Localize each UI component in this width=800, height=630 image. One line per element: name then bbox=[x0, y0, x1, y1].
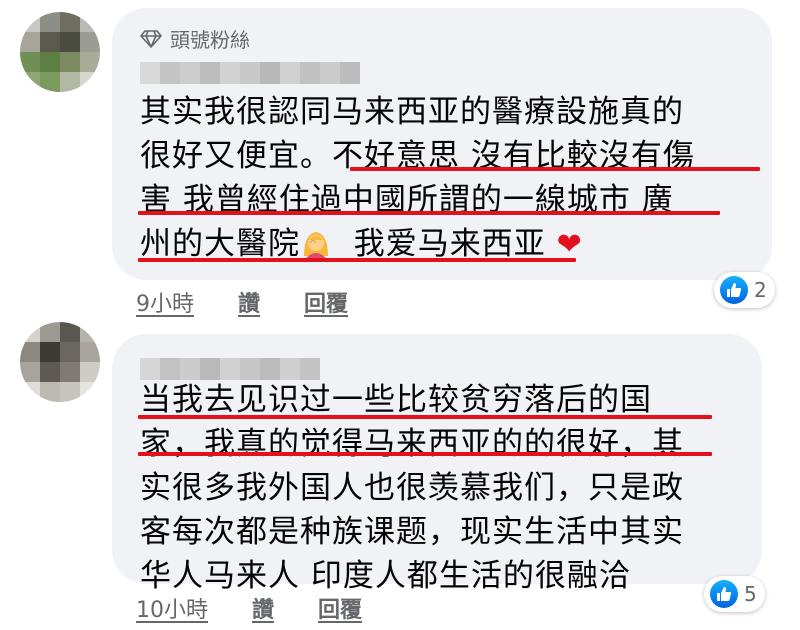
reaction-number: 2 bbox=[754, 278, 767, 302]
comment-text: 其实我很認同马来西亚的醫療設施真的 很好又便宜。不好意思 沒有比較沒有傷 害 我… bbox=[140, 90, 695, 266]
comment-actions: 10小時 讚 回覆 bbox=[136, 592, 362, 624]
diamond-icon bbox=[140, 29, 162, 48]
comment-text: 当我去见识过一些比较贫穷落后的国 家，我真的觉得马来西亚的的很好，其 实很多我外… bbox=[140, 378, 684, 598]
reaction-count[interactable]: 2 bbox=[714, 272, 775, 308]
comment-line: 很好又便宜。不好意思 沒有比較沒有傷 bbox=[140, 138, 695, 174]
reaction-count[interactable]: 5 bbox=[704, 576, 765, 612]
timestamp-link[interactable]: 10小時 bbox=[136, 592, 208, 624]
red-heart-icon: ❤ bbox=[556, 227, 583, 262]
comment-line: 客每次都是种族课题，现实生活中其实 bbox=[140, 514, 684, 550]
like-button[interactable]: 讚 bbox=[238, 286, 260, 318]
comment-line-text: 我爱马来西亚 bbox=[353, 226, 546, 262]
timestamp-link[interactable]: 9小時 bbox=[136, 286, 194, 318]
highlight-underline bbox=[138, 452, 712, 456]
top-fan-badge: 頭號粉絲 bbox=[140, 24, 250, 53]
highlight-underline bbox=[350, 167, 760, 171]
comment-bubble: 当我去见识过一些比较贫穷落后的国 家，我真的觉得马来西亚的的很好，其 实很多我外… bbox=[112, 334, 762, 594]
comment-line-text: 州的大醫院 bbox=[140, 226, 300, 262]
commenter-name[interactable] bbox=[140, 358, 320, 380]
reply-button[interactable]: 回覆 bbox=[304, 286, 348, 318]
like-icon bbox=[710, 580, 738, 608]
badge-label: 頭號粉絲 bbox=[170, 28, 250, 52]
like-button[interactable]: 讚 bbox=[252, 592, 274, 624]
comment-line: 害 我曾經住過中國所謂的一線城市 廣 bbox=[140, 182, 674, 218]
highlight-underline bbox=[138, 415, 712, 419]
comment-line: 其实我很認同马来西亚的醫療設施真的 bbox=[140, 94, 684, 130]
commenter-name[interactable] bbox=[140, 62, 360, 84]
reply-button[interactable]: 回覆 bbox=[318, 592, 362, 624]
avatar[interactable] bbox=[20, 12, 100, 92]
comment-bubble: 頭號粉絲 其实我很認同马来西亚的醫療設施真的 很好又便宜。不好意思 沒有比較沒有… bbox=[112, 8, 772, 280]
comment-line: 家，我真的觉得马来西亚的的很好，其 bbox=[140, 426, 684, 462]
like-icon bbox=[720, 276, 748, 304]
highlight-underline bbox=[138, 258, 576, 262]
woman-facepalming-icon bbox=[300, 226, 332, 258]
comment-actions: 9小時 讚 回覆 bbox=[136, 286, 348, 318]
comment-line: 实很多我外国人也很羡慕我们，只是政 bbox=[140, 470, 684, 506]
highlight-underline bbox=[138, 211, 720, 215]
reaction-number: 5 bbox=[744, 582, 757, 606]
avatar[interactable] bbox=[20, 322, 100, 402]
